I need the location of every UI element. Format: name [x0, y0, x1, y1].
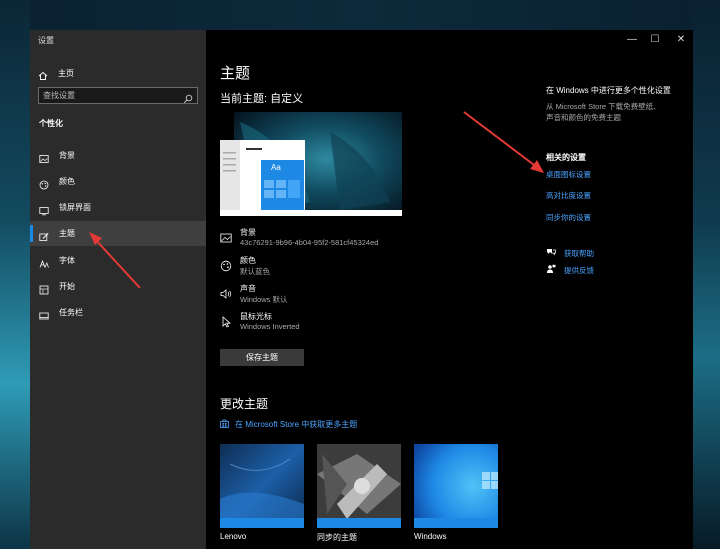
search-icon[interactable]	[183, 91, 193, 109]
high-contrast-settings-link[interactable]: 高对比度设置	[546, 190, 591, 201]
theme-thumbnail	[414, 444, 498, 528]
lock-screen-icon	[39, 203, 49, 215]
search-input[interactable]	[43, 90, 179, 101]
sidebar-item-start[interactable]: 开始	[30, 274, 206, 299]
change-theme-title: 更改主题	[220, 397, 269, 411]
nav-home-label: 主页	[58, 68, 74, 78]
desktop-background-top	[0, 0, 720, 30]
home-icon	[38, 68, 48, 80]
prop-title: 颜色	[240, 256, 256, 265]
current-theme-label: 当前主题: 自定义	[220, 93, 304, 105]
image-icon	[39, 151, 49, 163]
store-icon	[220, 419, 229, 430]
sidebar-item-label: 锁屏界面	[59, 203, 91, 212]
sidebar-item-fonts[interactable]: 字体	[30, 248, 206, 273]
minimize-button[interactable]: —	[620, 32, 644, 48]
main-content: — ☐ ✕ 主题 当前主题: 自定义 Aa 背景 43c76291-9b96-4…	[206, 30, 693, 549]
page-title: 主题	[220, 65, 251, 82]
palette-icon	[39, 177, 49, 189]
prop-title: 声音	[240, 284, 256, 293]
feedback-icon	[546, 264, 556, 276]
window-title: 设置	[38, 36, 54, 45]
prop-value: Windows 默认	[240, 295, 288, 304]
section-title: 个性化	[39, 119, 63, 128]
get-help-link[interactable]: 获取帮助	[546, 247, 594, 259]
desktop-icon-settings-link[interactable]: 桌面图标设置	[546, 169, 591, 180]
sidebar-item-label: 背景	[59, 151, 75, 160]
settings-window: 设置 主页 个性化 背景 颜色	[30, 30, 693, 549]
prop-value: Windows Inverted	[240, 322, 300, 331]
theme-preview: Aa	[220, 112, 402, 216]
prop-title: 鼠标光标	[240, 312, 272, 321]
close-button[interactable]: ✕	[669, 32, 693, 48]
theme-name: 同步的主题	[317, 533, 357, 542]
theme-tile-lenovo[interactable]: Lenovo	[220, 444, 304, 549]
cursor-icon	[220, 315, 232, 333]
start-icon	[39, 282, 49, 294]
theme-tile-windows[interactable]: Windows	[414, 444, 498, 549]
theme-thumbnail	[317, 444, 401, 528]
sidebar-item-lock-screen[interactable]: 锁屏界面	[30, 195, 206, 220]
nav-home[interactable]: 主页	[38, 66, 74, 80]
theme-thumbnail	[220, 444, 304, 528]
sidebar-item-background[interactable]: 背景	[30, 143, 206, 168]
get-help-label: 获取帮助	[564, 248, 594, 258]
image-icon	[220, 231, 232, 249]
prop-value: 默认蓝色	[240, 267, 270, 276]
store-link-label: 在 Microsoft Store 中获取更多主题	[235, 420, 358, 429]
prop-value: 43c76291-9b96-4b04-95f2-581cf45324ed	[240, 238, 379, 247]
related-settings-title: 相关的设置	[546, 153, 586, 162]
desktop-background-right	[693, 0, 720, 549]
brush-icon	[39, 229, 49, 241]
sidebar-item-label: 任务栏	[59, 308, 83, 317]
sidebar-item-taskbar[interactable]: 任务栏	[30, 300, 206, 325]
taskbar-icon	[39, 308, 49, 319]
search-box[interactable]	[38, 87, 198, 104]
sidebar: 设置 主页 个性化 背景 颜色	[30, 30, 206, 549]
prop-sound[interactable]: 声音 Windows 默认	[220, 282, 420, 308]
sidebar-item-label: 主题	[59, 229, 75, 238]
store-themes-link[interactable]: 在 Microsoft Store 中获取更多主题	[220, 419, 357, 430]
help-icon	[546, 247, 556, 259]
feedback-label: 提供反馈	[564, 265, 594, 275]
sidebar-item-label: 字体	[59, 256, 75, 265]
theme-name: Lenovo	[220, 532, 247, 541]
maximize-button[interactable]: ☐	[643, 32, 667, 48]
prop-background[interactable]: 背景 43c76291-9b96-4b04-95f2-581cf45324ed	[220, 226, 420, 252]
sound-icon	[220, 287, 232, 305]
store-promo-title: 在 Windows 中进行更多个性化设置	[546, 86, 671, 95]
theme-name: Windows	[414, 532, 447, 541]
sidebar-item-themes[interactable]: 主题	[30, 221, 206, 246]
prop-title: 背景	[240, 228, 256, 237]
font-icon	[39, 256, 49, 268]
sync-settings-link[interactable]: 同步你的设置	[546, 212, 591, 223]
prop-color[interactable]: 颜色 默认蓝色	[220, 254, 420, 280]
palette-icon	[220, 259, 232, 277]
preview-tile-text: Aa	[271, 163, 281, 172]
sidebar-item-label: 颜色	[59, 177, 75, 186]
feedback-link[interactable]: 提供反馈	[546, 264, 594, 276]
sidebar-item-label: 开始	[59, 282, 75, 291]
theme-tile-synced[interactable]: 同步的主题	[317, 444, 401, 549]
sidebar-item-colors[interactable]: 颜色	[30, 169, 206, 194]
save-theme-button[interactable]: 保存主题	[220, 349, 304, 366]
store-promo-desc: 从 Microsoft Store 下载免费壁纸、声音和颜色的免费主题	[546, 102, 661, 122]
prop-cursor[interactable]: 鼠标光标 Windows Inverted	[220, 310, 420, 336]
desktop-background-left	[0, 0, 30, 549]
